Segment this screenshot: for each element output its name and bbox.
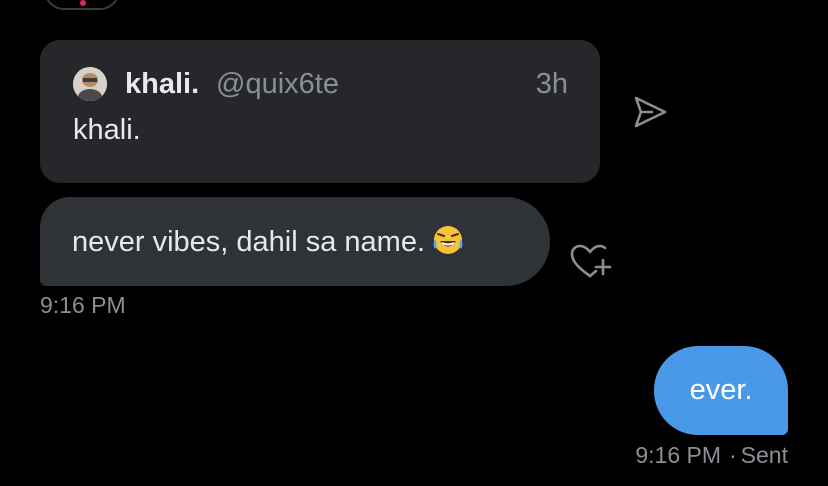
quoted-tweet-card[interactable]: khali. @quix6te 3h khali. [40,40,600,183]
dm-conversation: khali. @quix6te 3h khali. never vibes, d… [0,0,828,486]
avatar[interactable] [73,67,107,101]
heart-plus-icon[interactable] [568,242,612,282]
sent-message-text: ever. [689,374,753,406]
send-icon[interactable] [632,95,668,129]
received-message-bubble[interactable]: never vibes, dahil sa name. [40,197,550,286]
sent-message-bubble[interactable]: ever. [654,346,788,435]
reaction-pill[interactable] [44,0,120,10]
sent-message-timestamp: 9:16 PM [635,442,721,468]
received-message-text-row: never vibes, dahil sa name. [72,223,465,266]
sent-status: Sent [740,442,788,468]
quoted-display-name[interactable]: khali. [125,67,199,101]
received-message-text: never vibes, dahil sa name. [72,226,426,258]
quoted-tweet-text: khali. [73,114,141,146]
sent-message-meta: 9:16 PM · Sent [635,442,788,468]
quoted-handle[interactable]: @quix6te [216,67,339,101]
status-separator: · [729,442,737,468]
face-with-tears-of-joy-icon [431,223,465,266]
received-message-timestamp: 9:16 PM [40,292,126,318]
quoted-timestamp: 3h [535,68,568,100]
heart-reaction-icon [80,0,86,6]
